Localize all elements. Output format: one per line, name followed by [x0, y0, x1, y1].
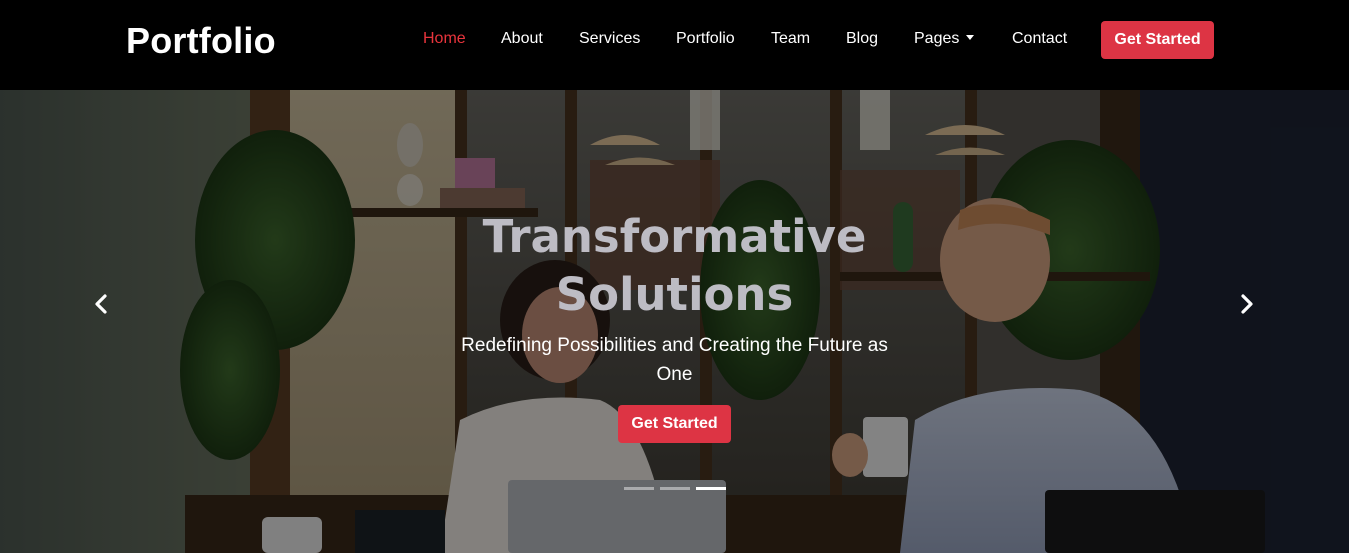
hero-carousel: Transformative Solutions Redefining Poss… — [0, 90, 1349, 553]
carousel-indicator-3[interactable] — [696, 487, 726, 490]
nav-item-team[interactable]: Team — [771, 30, 810, 48]
hero-get-started-button[interactable]: Get Started — [618, 405, 731, 443]
caret-down-icon — [966, 35, 975, 40]
nav-item-portfolio[interactable]: Portfolio — [676, 30, 735, 48]
nav-item-blog[interactable]: Blog — [846, 30, 878, 48]
hero-title-line-2: Solutions — [555, 268, 794, 321]
hero-title-line-1: Transformative — [482, 210, 867, 263]
hero-title: Transformative Solutions — [0, 208, 1349, 324]
nav-item-contact[interactable]: Contact — [1012, 30, 1067, 48]
nav-item-pages[interactable]: Pages — [914, 30, 975, 48]
chevron-left-icon — [95, 294, 107, 314]
nav-item-home[interactable]: Home — [423, 30, 466, 48]
nav-item-about[interactable]: About — [501, 30, 543, 48]
carousel-indicators — [624, 487, 726, 491]
get-started-button[interactable]: Get Started — [1101, 21, 1214, 59]
carousel-indicator-1[interactable] — [624, 487, 654, 490]
carousel-next-button[interactable] — [1232, 290, 1262, 318]
nav-item-services[interactable]: Services — [579, 30, 640, 48]
site-header: Portfolio Home About Services Portfolio … — [0, 0, 1349, 90]
nav-item-pages-label: Pages — [914, 30, 960, 47]
carousel-prev-button[interactable] — [86, 290, 116, 318]
hero-subtitle: Redefining Possibilities and Creating th… — [461, 335, 888, 385]
chevron-right-icon — [1241, 294, 1253, 314]
carousel-indicator-2[interactable] — [660, 487, 690, 490]
